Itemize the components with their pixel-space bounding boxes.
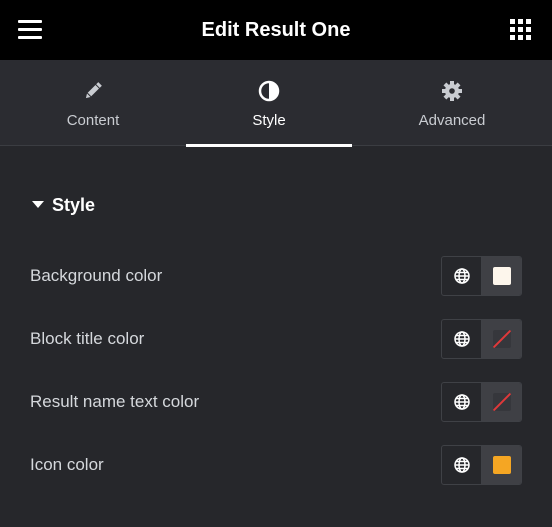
color-swatch bbox=[493, 393, 511, 411]
tab-bar: Content Style Advanced bbox=[0, 60, 552, 147]
color-picker-button[interactable] bbox=[482, 320, 521, 358]
control-label: Background color bbox=[30, 266, 163, 285]
tab-content[interactable]: Content bbox=[10, 60, 176, 146]
color-swatch bbox=[493, 267, 511, 285]
editor-panel: Edit Result One Content Style Advanced S… bbox=[0, 0, 552, 527]
caret-down-icon bbox=[32, 201, 44, 208]
globe-icon[interactable] bbox=[442, 446, 482, 484]
color-control bbox=[441, 445, 522, 485]
color-control bbox=[441, 319, 522, 359]
color-control bbox=[441, 256, 522, 296]
tab-style[interactable]: Style bbox=[186, 60, 352, 147]
pencil-icon bbox=[82, 80, 104, 102]
half-circle-icon bbox=[258, 80, 280, 102]
tab-style-label: Style bbox=[252, 112, 286, 129]
color-picker-button[interactable] bbox=[482, 383, 521, 421]
style-section: Style Background color Block title color… bbox=[0, 147, 552, 527]
tab-content-label: Content bbox=[66, 112, 120, 129]
control-row: Background color bbox=[0, 255, 552, 297]
color-picker-button[interactable] bbox=[482, 446, 521, 484]
globe-icon[interactable] bbox=[442, 320, 482, 358]
color-swatch bbox=[493, 330, 511, 348]
control-label: Icon color bbox=[30, 455, 104, 474]
control-row: Block title color bbox=[0, 318, 552, 360]
section-title: Style bbox=[52, 195, 96, 215]
control-label: Block title color bbox=[30, 329, 145, 348]
gear-icon bbox=[441, 80, 463, 102]
color-picker-button[interactable] bbox=[482, 257, 521, 295]
globe-icon[interactable] bbox=[442, 383, 482, 421]
panel-header: Edit Result One bbox=[0, 0, 552, 60]
color-control bbox=[441, 382, 522, 422]
tab-advanced-label: Advanced bbox=[418, 112, 486, 129]
control-row: Result name text color bbox=[0, 381, 552, 423]
panel-title: Edit Result One bbox=[201, 19, 351, 41]
tab-advanced[interactable]: Advanced bbox=[369, 60, 535, 146]
grid-icon[interactable] bbox=[510, 19, 532, 41]
control-row: Icon color bbox=[0, 444, 552, 486]
control-label: Result name text color bbox=[30, 392, 200, 411]
color-swatch bbox=[493, 456, 511, 474]
globe-icon[interactable] bbox=[442, 257, 482, 295]
